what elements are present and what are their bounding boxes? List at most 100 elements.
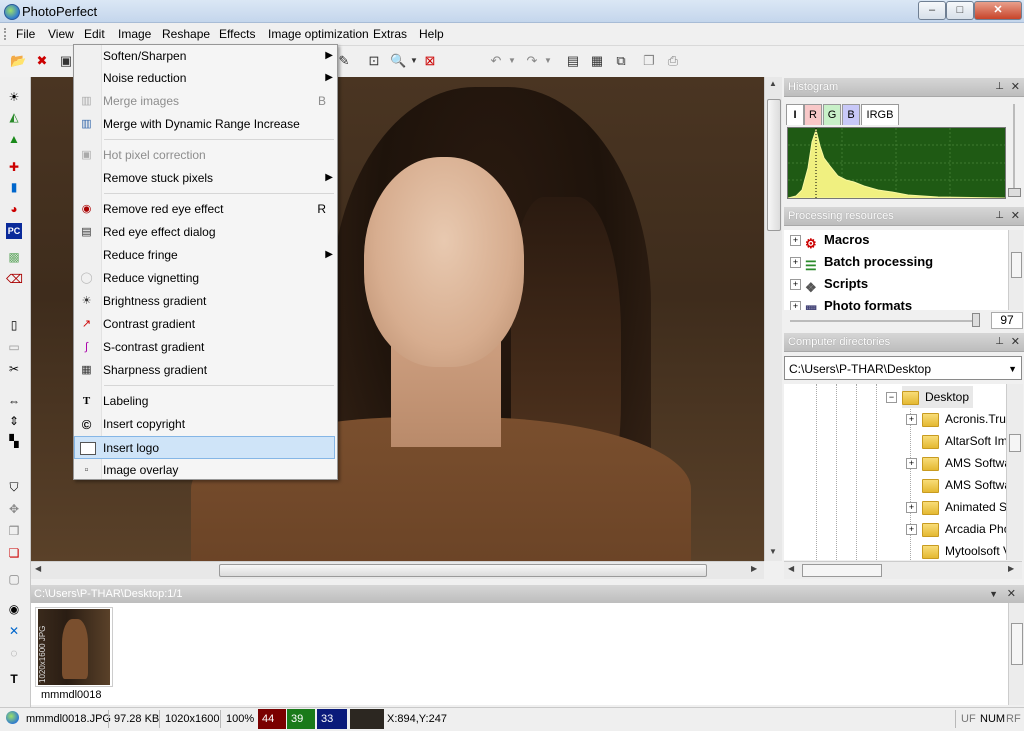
maximize-button[interactable]: □ — [946, 1, 974, 20]
eyedropper-icon[interactable]: ✎ — [336, 53, 352, 69]
menu-extras[interactable]: Extras — [373, 27, 407, 41]
menu-item-merge-images[interactable]: ▥ Merge images B — [81, 90, 336, 113]
menu-reshape[interactable]: Reshape — [162, 27, 210, 41]
dir-item-folder[interactable]: Mytoolsoft V — [922, 540, 1006, 560]
levels-icon[interactable]: ▲ — [6, 131, 22, 147]
undo-dropdown-icon[interactable]: ▼ — [504, 53, 520, 69]
frame-icon[interactable]: ▢ — [6, 571, 22, 587]
chevron-down-icon[interactable]: ▼ — [986, 585, 998, 603]
checker-icon[interactable]: ▚ — [6, 433, 22, 449]
expand-icon[interactable]: + — [906, 502, 917, 513]
menu-item-red-eye-dialog[interactable]: ▤ Red eye effect dialog — [81, 221, 336, 244]
menu-edit[interactable]: Edit — [84, 27, 105, 41]
merge-tool-2-icon[interactable]: ❏ — [6, 545, 22, 561]
computer-directories-pin-icon[interactable]: ⊥ — [991, 333, 1004, 351]
tab-red[interactable]: R — [804, 104, 822, 125]
thumbnail-item[interactable]: 1020x1600 JPG — [35, 607, 113, 687]
resize-icon[interactable]: ⇔ — [6, 393, 22, 409]
redo-dropdown-icon[interactable]: ▼ — [540, 53, 556, 69]
dir-item-folder[interactable]: AltarSoft Im — [922, 430, 1006, 452]
dir-item-folder[interactable]: AMS Softwa — [922, 474, 1006, 496]
scroll-right-icon[interactable]: ▶ — [1008, 564, 1014, 573]
dir-item-folder[interactable]: + Arcadia Phot — [906, 518, 1006, 540]
layers-icon[interactable]: ❐ — [641, 53, 657, 69]
batch-icon[interactable]: ▦ — [589, 53, 605, 69]
expand-icon[interactable]: + — [790, 257, 801, 269]
close-file-icon[interactable]: ✖ — [34, 53, 50, 69]
color-wheel-icon[interactable]: ◕ — [6, 201, 22, 217]
expand-icon[interactable]: + — [906, 414, 917, 425]
vignette-tool-icon[interactable]: ◌ — [6, 645, 22, 661]
scroll-up-icon[interactable]: ▲ — [769, 79, 777, 88]
expand-icon[interactable]: + — [790, 279, 801, 291]
menu-help[interactable]: Help — [419, 27, 444, 41]
scissors-icon[interactable]: ✂ — [6, 361, 22, 377]
chevron-down-icon[interactable]: ▼ — [1004, 357, 1017, 381]
directory-vertical-scrollbar[interactable] — [1006, 384, 1023, 560]
expand-icon[interactable]: + — [790, 301, 801, 310]
histogram-close-icon[interactable]: ✕ — [1007, 78, 1020, 96]
processing-resources-pin-icon[interactable]: ⊥ — [991, 207, 1004, 225]
dir-item-folder[interactable]: + AMS Softwa — [906, 452, 1006, 474]
gradient-tool-icon[interactable]: ✕ — [6, 623, 22, 639]
tree-item-photo-formats[interactable]: + ▦ Photo formats — [790, 296, 912, 310]
tree-item-batch-processing[interactable]: + ☰ Batch processing — [790, 252, 933, 273]
menu-file[interactable]: File — [16, 27, 35, 41]
scroll-left-icon[interactable]: ◀ — [788, 564, 794, 573]
menu-item-s-contrast-gradient[interactable]: ∫ S-contrast gradient — [85, 336, 336, 359]
pc-icon[interactable]: PC — [6, 223, 22, 239]
app-icon[interactable] — [4, 4, 20, 20]
menu-item-reduce-vignetting[interactable]: ◯ Reduce vignetting — [80, 267, 336, 290]
menu-item-insert-logo[interactable]: Insert logo — [74, 436, 335, 459]
menu-item-image-overlay[interactable]: ▫ Image overlay — [85, 459, 336, 482]
menu-item-remove-red-eye[interactable]: ◉ Remove red eye effect R — [82, 198, 336, 221]
scroll-right-icon[interactable]: ▶ — [751, 564, 757, 573]
menu-item-hot-pixel-correction[interactable]: ▣ Hot pixel correction — [81, 144, 336, 167]
tab-irgb[interactable]: IRGB — [861, 104, 899, 125]
processing-resources-scroll-thumb[interactable] — [1011, 252, 1022, 278]
directory-horizontal-scrollbar[interactable]: ◀ ▶ — [784, 561, 1022, 579]
menu-item-merge-dri[interactable]: ▥ Merge with Dynamic Range Increase — [81, 113, 336, 136]
print-icon[interactable]: ⎙ — [665, 53, 681, 69]
zoom-slider-thumb[interactable] — [972, 313, 980, 327]
save-icon[interactable]: ▣ — [58, 53, 74, 69]
expand-icon[interactable]: + — [906, 458, 917, 469]
expand-icon[interactable]: + — [906, 524, 917, 535]
dir-item-folder[interactable]: + Animated Sc — [906, 496, 1006, 518]
zoom-value-field[interactable]: 97 — [991, 312, 1023, 329]
menu-item-insert-copyright[interactable]: © Insert copyright — [82, 413, 336, 436]
redo-icon[interactable]: ↷ — [524, 53, 540, 69]
menu-image-optimization[interactable]: Image optimization — [268, 27, 369, 41]
histogram-slider-thumb[interactable] — [1008, 188, 1021, 197]
undo-icon[interactable]: ↶ — [488, 53, 504, 69]
thumbnail-close-icon[interactable]: ✕ — [1004, 585, 1016, 603]
directory-hscroll-thumb[interactable] — [802, 564, 882, 577]
canvas-vertical-scrollbar[interactable]: ▲ ▼ — [764, 77, 782, 561]
menu-item-soften-sharpen[interactable]: Soften/Sharpen ▶ — [102, 45, 336, 68]
tree-item-scripts[interactable]: + ❖ Scripts — [790, 274, 868, 295]
effect-tool-2-icon[interactable]: ✥ — [6, 501, 22, 517]
canvas-horizontal-scrollbar[interactable]: ◀ ▶ — [31, 561, 764, 579]
fit-window-icon[interactable]: ⊡ — [366, 53, 382, 69]
processing-resources-scrollbar[interactable] — [1008, 230, 1023, 310]
crop-cancel-icon[interactable]: ⊠ — [422, 53, 438, 69]
menu-item-reduce-fringe[interactable]: Reduce fringe ▶ — [102, 244, 336, 267]
flip-icon[interactable]: ▭ — [6, 339, 22, 355]
copy-icon[interactable]: ⧉ — [613, 53, 629, 69]
menu-image[interactable]: Image — [118, 27, 151, 41]
brightness-icon[interactable]: ☀ — [6, 89, 22, 105]
menu-item-remove-stuck-pixels[interactable]: Remove stuck pixels ▶ — [102, 167, 336, 190]
eye-icon[interactable]: ◉ — [6, 601, 22, 617]
color-balance-icon[interactable]: ◭ — [6, 109, 22, 125]
text-tool-icon[interactable]: T — [6, 671, 22, 687]
texture-icon[interactable]: ▩ — [6, 249, 22, 265]
menu-view[interactable]: View — [48, 27, 74, 41]
tab-green[interactable]: G — [823, 104, 841, 125]
resize-vertical-icon[interactable]: ⇕ — [6, 413, 22, 429]
thumbnail-scrollbar[interactable] — [1008, 603, 1024, 705]
minimize-button[interactable]: – — [918, 1, 946, 20]
thumbnail-scroll-thumb[interactable] — [1011, 623, 1023, 665]
menu-item-noise-reduction[interactable]: Noise reduction ▶ — [102, 67, 336, 90]
tab-intensity[interactable]: I — [786, 104, 804, 125]
scroll-left-icon[interactable]: ◀ — [35, 564, 41, 573]
